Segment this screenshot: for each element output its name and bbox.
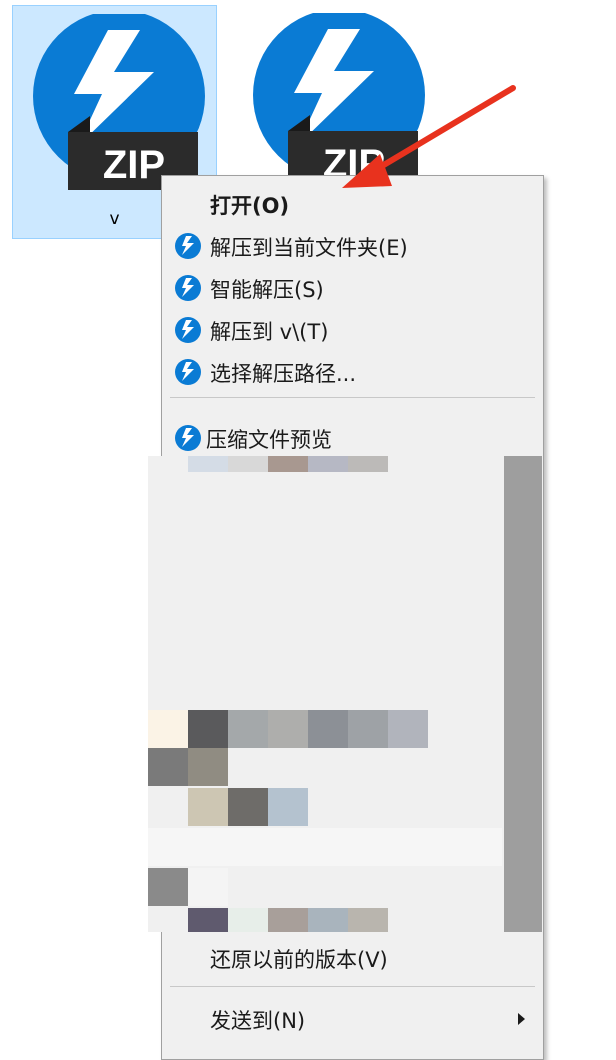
mosaic-tile [228,456,268,472]
mosaic-tile [268,456,308,472]
zip-archive-icon: ZIP [30,14,208,192]
mosaic-tile [388,710,428,748]
menu-separator [170,986,535,987]
submenu-arrow-icon [518,1013,525,1025]
mosaic-tile [188,748,228,786]
menu-item-choose-path[interactable]: 选择解压路径... [162,352,543,392]
mosaic-tile [228,908,268,932]
menu-item-send-to[interactable]: 发送到(N) [162,999,543,1039]
menu-item-label: 解压到 v\(T) [210,320,329,344]
mosaic-tile [148,710,188,748]
context-menu: 打开(O) 解压到当前文件夹(E) 智能解压(S) 解压到 v\(T) 选择解压… [148,175,544,1060]
menu-item-label: 还原以前的版本(V) [210,948,388,972]
mosaic-tile [348,710,388,748]
mosaic-tile [268,788,308,826]
menu-item-smart-extract[interactable]: 智能解压(S) [162,268,543,308]
mosaic-tile [228,788,268,826]
menu-item-label: 解压到当前文件夹(E) [210,236,408,260]
menu-separator [170,397,535,398]
zip-badge-text: ZIP [103,143,165,187]
zip-archive-icon: ZIP [250,13,428,191]
bandizip-icon [174,274,202,302]
bandizip-icon [174,316,202,344]
menu-item-open[interactable]: 打开(O) [162,184,543,224]
menu-item-label: 智能解压(S) [210,278,324,302]
mosaic-tile [188,868,228,906]
mosaic-tile [348,456,388,472]
menu-item-extract-to-folder[interactable]: 解压到 v\(T) [162,310,543,350]
mosaic-tile [148,868,188,906]
menu-item-extract-here[interactable]: 解压到当前文件夹(E) [162,226,543,266]
mosaic-tile [148,748,188,786]
redacted-area [148,456,502,932]
mosaic-tile [308,710,348,748]
bandizip-icon [174,232,202,260]
mosaic-tile [308,456,348,472]
mosaic-tile [188,710,228,748]
mosaic-tile [268,908,308,932]
mosaic-tile [188,788,228,826]
menu-item-label: 打开(O) [210,194,290,218]
mosaic-tile [268,710,308,748]
menu-item-label: 选择解压路径... [210,362,357,386]
mosaic-tile [148,828,502,866]
menu-item-archive-preview[interactable]: 压缩文件预览 [162,418,543,458]
mosaic-tile [308,908,348,932]
bandizip-icon [174,358,202,386]
menu-item-label: 压缩文件预览 [206,428,332,452]
mosaic-tile [228,710,268,748]
menu-item-label: 发送到(N) [210,1009,306,1033]
mosaic-tile [348,908,388,932]
mosaic-tile [188,908,228,932]
mosaic-tile [188,456,228,472]
bandizip-icon [174,424,202,452]
scrollbar-thumb[interactable] [504,456,542,932]
menu-item-restore-versions[interactable]: 还原以前的版本(V) [162,938,543,978]
